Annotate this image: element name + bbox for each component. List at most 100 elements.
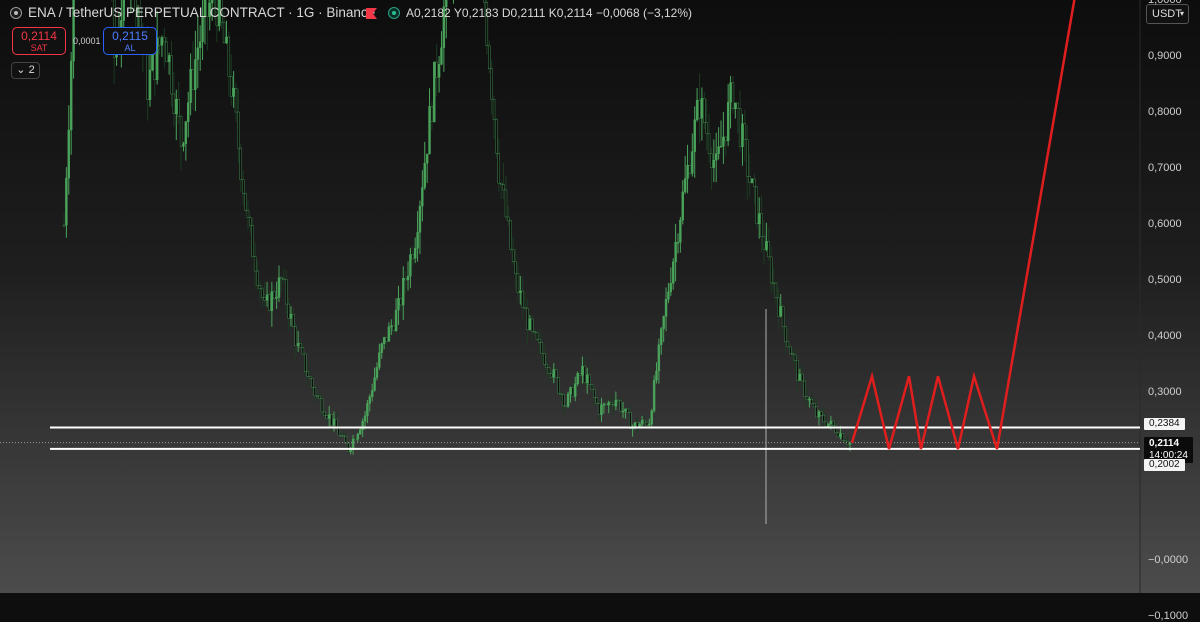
indicators-toggle-button[interactable]: ⌄ 2	[11, 62, 40, 79]
currency-selector[interactable]: USDT ▾	[1146, 4, 1189, 24]
candle-body	[435, 61, 438, 78]
candle-body	[552, 369, 555, 378]
candle-body	[165, 41, 168, 63]
candle-body	[337, 427, 340, 436]
candle-body	[261, 288, 264, 298]
buy-button[interactable]: 0,2115 AL	[103, 27, 157, 55]
candle-body	[390, 325, 393, 328]
price-axis-tick: 0,8000	[1148, 106, 1182, 118]
candle-body	[411, 254, 415, 259]
candle-body	[277, 277, 281, 298]
candle-body	[392, 325, 395, 331]
price-chart[interactable]	[0, 0, 1200, 593]
candle-body	[514, 261, 517, 274]
price-axis-tick: 0,5000	[1148, 274, 1182, 286]
candle-body	[170, 55, 173, 95]
support-levels[interactable]	[0, 426, 1140, 450]
candle-body	[316, 395, 319, 398]
candle-body	[626, 408, 630, 413]
candle-body	[681, 191, 684, 221]
candle-body	[650, 410, 653, 425]
candle-body	[437, 64, 441, 78]
candle-body	[232, 88, 235, 97]
candle-body	[817, 411, 821, 418]
spread-value: 0,0001	[73, 36, 101, 46]
candle-body	[827, 423, 830, 427]
candle-body	[588, 374, 591, 385]
symbol-title[interactable]: ENA / TetherUS PERPETUAL CONTRACT · 1G ·…	[28, 5, 375, 20]
candle-body	[65, 177, 68, 226]
sell-label: SAT	[30, 43, 48, 53]
candle-body	[597, 403, 601, 415]
candle-body	[270, 291, 274, 311]
candle-body	[526, 308, 529, 330]
symbol-icon[interactable]	[10, 7, 22, 19]
candle-body	[509, 220, 512, 250]
candle-body	[284, 279, 288, 305]
candle-body	[581, 365, 584, 376]
candle-body	[497, 153, 501, 184]
upper-level-label: 0,2384	[1144, 418, 1185, 431]
candle-body	[629, 412, 632, 429]
candle-body	[230, 76, 233, 97]
candle-body	[669, 283, 673, 293]
candle-body	[416, 232, 419, 249]
candle-body	[332, 418, 336, 426]
candle-body	[370, 390, 374, 397]
candle-body	[239, 147, 242, 180]
indicators-count: 2	[28, 64, 35, 76]
sell-button[interactable]: 0,2114 SAT	[12, 27, 66, 55]
candle-body	[394, 309, 398, 331]
candle-body	[158, 37, 161, 46]
candle-body	[225, 36, 228, 44]
candle-body	[619, 400, 622, 412]
candle-body	[306, 371, 309, 377]
candle-body	[633, 422, 637, 428]
candle-body	[674, 242, 677, 263]
candle-body	[397, 298, 400, 311]
candle-body	[282, 278, 285, 281]
candle-body	[275, 297, 278, 299]
candle-body	[488, 45, 491, 69]
candle-body	[69, 60, 73, 131]
sell-price: 0,2114	[21, 29, 57, 43]
candle-body	[179, 116, 183, 147]
candle-body	[428, 106, 431, 155]
candle-body	[562, 394, 565, 407]
candle-body	[774, 282, 778, 299]
candle-body	[614, 399, 618, 407]
candle-body	[586, 374, 589, 384]
candle-body	[672, 261, 675, 284]
candle-body	[523, 307, 527, 309]
candle-body	[516, 273, 520, 293]
candle-body	[521, 290, 524, 308]
candle-body	[717, 146, 720, 154]
candle-body	[378, 352, 381, 368]
candle-body	[241, 179, 245, 194]
candle-body	[511, 249, 515, 262]
candle-body	[798, 373, 802, 381]
candle-body	[380, 343, 383, 353]
candle-body	[712, 160, 716, 168]
price-axis-tick: 0,4000	[1148, 330, 1182, 342]
candle-body	[607, 402, 610, 406]
candle-body	[311, 378, 314, 388]
candle-body	[664, 299, 668, 317]
candle-body	[492, 99, 496, 120]
candle-body	[559, 393, 563, 395]
candle-body	[273, 291, 276, 299]
candle-body	[777, 297, 780, 317]
candle-body	[299, 343, 302, 349]
candle-body	[676, 241, 680, 244]
candle-body	[765, 241, 768, 250]
chevron-down-icon: ⌄	[16, 64, 26, 76]
candle-body	[683, 178, 687, 193]
candle-body	[590, 384, 594, 390]
candle-body	[265, 294, 269, 301]
candle-body	[820, 411, 823, 416]
candle-body	[167, 55, 171, 63]
candle-body	[593, 388, 596, 398]
ohlc-values: A0,2182 Y0,2183 D0,2111 K0,2114 −0,0068 …	[406, 6, 693, 20]
candle-body	[406, 275, 410, 281]
candle-body	[554, 369, 558, 378]
